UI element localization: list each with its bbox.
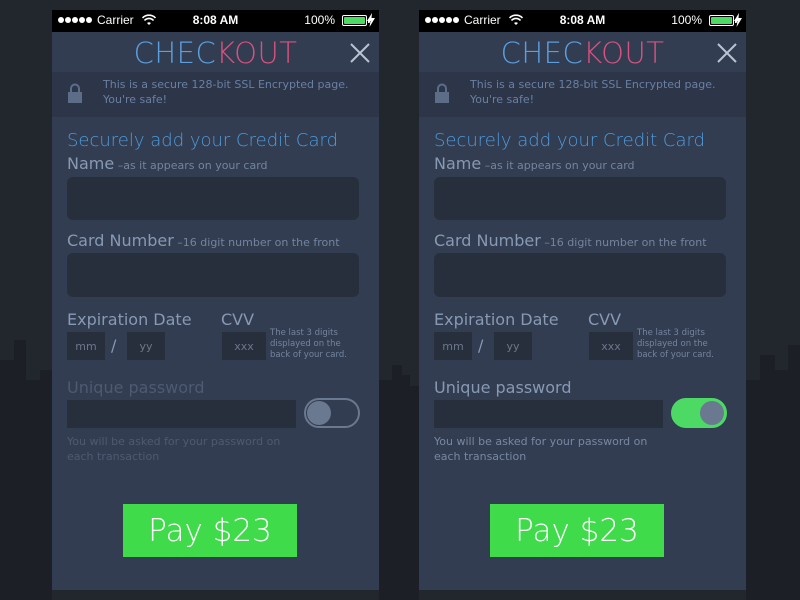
battery-percentage: 100% (671, 13, 702, 27)
unique-password-label: Unique password (67, 378, 205, 397)
card-number-input[interactable] (434, 253, 726, 297)
card-number-label: Card Number –16 digit number on the fron… (434, 231, 707, 250)
unique-password-input[interactable] (434, 400, 663, 428)
card-number-label: Card Number –16 digit number on the fron… (67, 231, 340, 250)
unique-password-label: Unique password (434, 378, 572, 397)
checkout-screen-toggle-on: Carrier 8:08 AM 100% CHECKOUT This is a … (419, 10, 746, 590)
cvv-hint: The last 3 digits displayed on the back … (270, 328, 347, 360)
battery-icon (342, 15, 370, 26)
status-bar: Carrier 8:08 AM 100% (419, 10, 746, 32)
battery-icon (709, 15, 737, 26)
close-icon[interactable] (717, 43, 737, 63)
expiration-date-label: Expiration Date (67, 310, 192, 329)
charging-bolt-icon (734, 13, 742, 27)
battery-percentage: 100% (304, 13, 335, 27)
card-number-hint: –16 digit number on the front (540, 236, 707, 249)
password-toggle[interactable] (671, 398, 727, 428)
close-icon[interactable] (350, 43, 370, 63)
expiration-year-input[interactable] (494, 332, 532, 360)
status-bar: Carrier 8:08 AM 100% (52, 10, 379, 32)
unique-password-input[interactable] (67, 400, 296, 428)
name-label: Name –as it appears on your card (67, 154, 268, 173)
password-note: You will be asked for your password on e… (67, 435, 281, 463)
cvv-input[interactable] (589, 332, 633, 360)
name-input[interactable] (67, 177, 359, 220)
toggle-knob (700, 401, 724, 425)
checkout-screen-toggle-off: Carrier 8:08 AM 100% CHECKOUT This is a … (52, 10, 379, 590)
secure-notice: This is a secure 128-bit SSL Encrypted p… (52, 72, 379, 117)
name-hint: –as it appears on your card (114, 159, 268, 172)
name-hint: –as it appears on your card (481, 159, 635, 172)
secure-notice-text: This is a secure 128-bit SSL Encrypted p… (103, 78, 349, 106)
pay-button[interactable]: Pay $23 (490, 504, 664, 557)
section-heading: Securely add your Credit Card (434, 130, 706, 151)
secure-notice: This is a secure 128-bit SSL Encrypted p… (419, 72, 746, 117)
pay-button[interactable]: Pay $23 (123, 504, 297, 557)
name-input[interactable] (434, 177, 726, 220)
card-number-input[interactable] (67, 253, 359, 297)
charging-bolt-icon (367, 13, 375, 27)
name-label: Name –as it appears on your card (434, 154, 635, 173)
password-toggle[interactable] (304, 398, 360, 428)
page-title: CHECKOUT (133, 36, 298, 70)
secure-notice-text: This is a secure 128-bit SSL Encrypted p… (470, 78, 716, 106)
password-note: You will be asked for your password on e… (434, 435, 648, 463)
date-separator: / (478, 336, 484, 355)
lock-icon (435, 83, 449, 103)
lock-icon (68, 83, 82, 103)
expiration-year-input[interactable] (127, 332, 165, 360)
expiration-month-input[interactable] (434, 332, 472, 360)
cvv-input[interactable] (222, 332, 266, 360)
cvv-label: CVV (221, 310, 255, 329)
expiration-date-label: Expiration Date (434, 310, 559, 329)
date-separator: / (111, 336, 117, 355)
cvv-hint: The last 3 digits displayed on the back … (637, 328, 714, 360)
page-title: CHECKOUT (500, 36, 665, 70)
expiration-month-input[interactable] (67, 332, 105, 360)
card-number-hint: –16 digit number on the front (173, 236, 340, 249)
toggle-knob (307, 401, 331, 425)
cvv-label: CVV (588, 310, 622, 329)
section-heading: Securely add your Credit Card (67, 130, 339, 151)
